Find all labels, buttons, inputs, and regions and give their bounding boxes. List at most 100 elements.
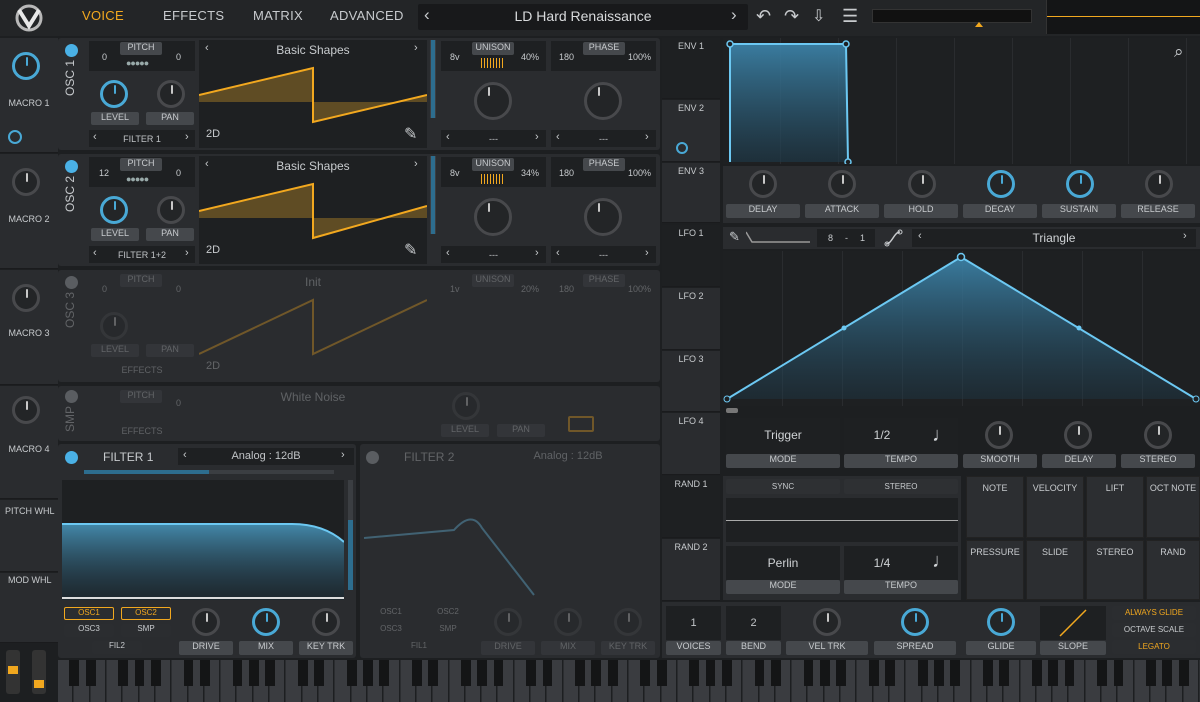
lfo-scroll-handle[interactable] [726,408,738,413]
source-lift[interactable]: LIFT [1086,476,1144,538]
filter1-type-prev-icon[interactable]: ‹ [183,449,187,461]
filter2-route-osc2[interactable]: OSC2 [423,607,473,620]
filter1-keytrack-knob[interactable] [312,608,340,636]
osc2-unison-voices[interactable]: 8v [450,168,460,178]
osc2-phase-knob[interactable] [584,198,622,236]
source-slide[interactable]: SLIDE [1026,540,1084,600]
env3-tab[interactable]: ENV 3 [662,163,720,223]
rand-sync-button[interactable]: SYNC [726,479,840,494]
env2-tab[interactable]: ENV 2 [662,100,720,162]
lfo-note-icon[interactable]: ♩ [932,424,952,447]
source-oct-note[interactable]: OCT NOTE [1146,476,1200,538]
osc1-unison-button[interactable]: UNISON [472,42,514,55]
black-key[interactable] [885,660,895,686]
filter2-route-osc3[interactable]: OSC3 [366,624,416,637]
black-key[interactable] [232,660,243,686]
black-key[interactable] [1146,660,1156,686]
osc1-level-knob[interactable] [100,80,128,108]
env1-tab[interactable]: ENV 1 [662,38,720,99]
rand2-tab[interactable]: RAND 2 [662,539,720,601]
osc1-pan-knob[interactable] [157,80,185,108]
osc2-route-prev-icon[interactable]: ‹ [93,247,97,259]
filter2-enable-toggle[interactable] [366,451,379,464]
save-icon[interactable]: ⇩ [812,6,825,26]
osc1-frame-slider[interactable] [430,40,436,118]
osc1-spectral-prev-icon[interactable]: ‹ [556,131,560,143]
lfo-paint-pattern-icon[interactable] [746,230,810,244]
source-stereo[interactable]: STEREO [1086,540,1144,600]
black-key[interactable] [770,660,781,686]
filter1-type-next-icon[interactable]: › [341,449,345,461]
macro-3[interactable]: MACRO 3 [0,270,58,385]
lfo-stereo-knob[interactable] [1144,421,1172,449]
osc1-phase-button[interactable]: PHASE [583,42,625,55]
source-pressure[interactable]: PRESSURE [966,540,1024,600]
filter1-mix-knob[interactable] [252,608,280,636]
osc2-level-knob[interactable] [100,196,128,224]
undo-icon[interactable]: ↶ [756,6,771,27]
filter2-keytrack-knob[interactable] [614,608,642,636]
filter1-route-osc1[interactable]: OSC1 [64,607,114,620]
osc1-spectral-next-icon[interactable]: › [645,131,649,143]
filter1-drive-knob[interactable] [192,608,220,636]
preset-name[interactable]: LD Hard Renaissance [418,8,748,24]
osc2-spectral-next-icon[interactable]: › [645,247,649,259]
osc1-wave-prev-icon[interactable]: ‹ [205,42,209,54]
pitch-wheel-slider[interactable] [6,650,20,694]
osc3-level-knob[interactable] [100,312,128,340]
osc1-phase-random[interactable]: 100% [628,52,651,62]
osc3-pitch-tune[interactable]: 0 [176,284,181,294]
osc2-phase-random[interactable]: 100% [628,168,651,178]
osc2-wave-prev-icon[interactable]: ‹ [205,158,209,170]
lfo-shape-next-icon[interactable]: › [1183,230,1187,242]
lfo4-tab[interactable]: LFO 4 [662,413,720,475]
redo-icon[interactable]: ↷ [784,6,799,27]
black-key[interactable] [983,660,993,686]
filter1-resonance-slider[interactable] [348,480,353,590]
black-key[interactable] [575,660,585,686]
lfo1-tab[interactable]: LFO 1 [662,225,720,287]
black-key[interactable] [297,660,308,686]
osc2-frame-slider[interactable] [430,156,436,234]
spread-knob[interactable] [901,608,929,636]
osc3-unison-voices[interactable]: 1v [450,284,460,294]
lfo-paint-icon[interactable]: ✎ [729,229,740,245]
lfo-smooth-knob[interactable] [985,421,1013,449]
legato-toggle[interactable]: LEGATO [1112,640,1196,654]
osc3-phase-button[interactable]: PHASE [583,274,625,287]
black-key[interactable] [999,660,1010,686]
filter2-mix-knob[interactable] [554,608,582,636]
black-key[interactable] [917,660,928,686]
black-key[interactable] [705,660,716,686]
env-release-knob[interactable] [1145,170,1173,198]
black-key[interactable] [118,660,129,686]
filter1-route-osc3[interactable]: OSC3 [64,624,114,637]
black-key[interactable] [248,660,259,686]
filter2-route-smp[interactable]: SMP [423,624,473,637]
black-key[interactable] [477,660,488,686]
lfo-smooth-icon[interactable] [884,229,904,247]
black-key[interactable] [656,660,667,686]
osc3-phase-random[interactable]: 100% [628,284,651,294]
black-key[interactable] [803,660,814,686]
source-velocity[interactable]: VELOCITY [1026,476,1084,538]
black-key[interactable] [363,660,373,686]
filter1-morph-slider[interactable] [84,470,334,474]
osc3-pitch-transpose[interactable]: 0 [102,284,107,294]
osc1-unison-voices[interactable]: 8v [450,52,460,62]
osc1-dist-next-icon[interactable]: › [535,131,539,143]
black-key[interactable] [1178,660,1189,686]
osc2-pitch-transpose[interactable]: 12 [99,168,109,178]
tab-matrix[interactable]: MATRIX [253,8,303,23]
black-key[interactable] [85,660,96,686]
black-key[interactable] [379,660,390,686]
osc1-mode[interactable]: 2D [206,128,220,140]
filter2-type-select[interactable]: Analog : 12dB [480,450,656,462]
black-key[interactable] [493,660,504,686]
osc1-pitch-transpose[interactable]: 0 [102,52,107,62]
tab-voice[interactable]: VOICE [82,8,124,23]
macro-4[interactable]: MACRO 4 [0,386,58,499]
black-key[interactable] [934,660,944,686]
filter1-route-smp[interactable]: SMP [121,624,171,637]
volume-marker-icon[interactable] [975,22,983,27]
